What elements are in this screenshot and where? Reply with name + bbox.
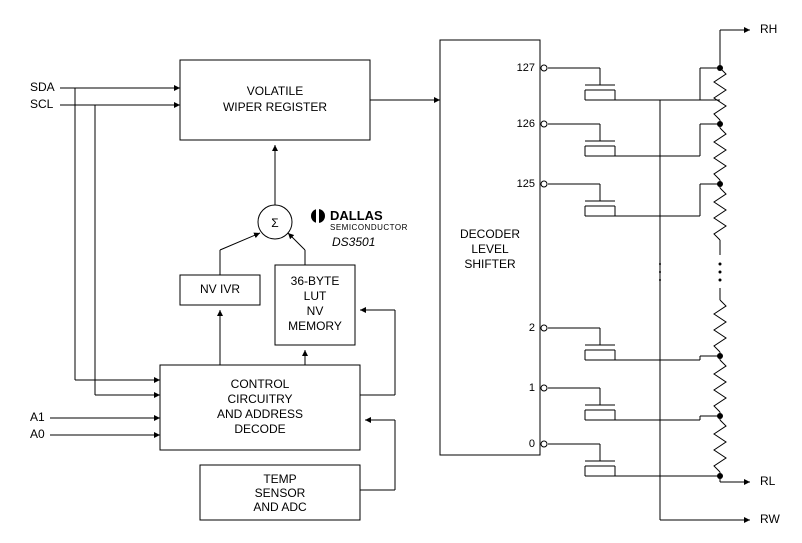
pin-a0: A0: [30, 427, 160, 441]
nv-ivr-block: NV IVR: [180, 275, 260, 305]
tap-switch-126: 126: [517, 118, 720, 156]
lut-nv-memory-block: 36-BYTE LUT NV MEMORY: [275, 265, 355, 345]
tap-switch-127: [585, 68, 720, 100]
svg-text:AND ADC: AND ADC: [253, 500, 307, 514]
svg-text:MEMORY: MEMORY: [288, 319, 342, 333]
svg-text:127: 127: [517, 62, 535, 74]
brand-logo: DALLAS SEMICONDUCTOR DS3501: [311, 208, 408, 249]
pin-a1-label: A1: [30, 410, 45, 424]
svg-text:125: 125: [517, 178, 535, 190]
svg-text:2: 2: [529, 322, 535, 334]
svg-text:SEMICONDUCTOR: SEMICONDUCTOR: [330, 223, 408, 232]
control-circuitry-block: CONTROL CIRCUITRY AND ADDRESS DECODE: [160, 365, 360, 450]
svg-text:36-BYTE: 36-BYTE: [291, 274, 340, 288]
decoder-level-shifter-block: DECODER LEVEL SHIFTER: [440, 40, 540, 455]
pin-sda-label: SDA: [30, 80, 55, 94]
svg-text:DALLAS: DALLAS: [330, 208, 383, 223]
svg-text:CIRCUITRY: CIRCUITRY: [227, 392, 292, 406]
svg-text:TEMP: TEMP: [263, 472, 296, 486]
pin-rh-label: RH: [760, 22, 777, 36]
sigma-adder: Σ: [258, 205, 292, 239]
svg-text:126: 126: [517, 118, 535, 130]
pin-a1: A1: [30, 410, 160, 424]
tap-switch-0: 0: [529, 438, 720, 476]
resistor-ladder: [714, 68, 726, 482]
tap-127: 127: [517, 62, 720, 100]
svg-text:1: 1: [529, 382, 535, 394]
svg-text:NV IVR: NV IVR: [200, 282, 240, 296]
svg-text:DECODE: DECODE: [234, 422, 285, 436]
svg-text:Σ: Σ: [271, 216, 278, 230]
pin-rl-label: RL: [760, 474, 776, 488]
tap-switch-125: 125: [517, 178, 720, 216]
pin-a0-label: A0: [30, 427, 45, 441]
svg-text:CONTROL: CONTROL: [231, 377, 290, 391]
svg-text:VOLATILE: VOLATILE: [247, 84, 303, 98]
pin-sda: SDA: [30, 80, 180, 94]
svg-text:LUT: LUT: [304, 289, 327, 303]
svg-text:DECODER: DECODER: [460, 227, 520, 241]
volatile-wiper-register-block: VOLATILE WIPER REGISTER: [180, 60, 370, 140]
svg-text:AND ADDRESS: AND ADDRESS: [217, 407, 303, 421]
tap-switch-2: 2: [529, 322, 720, 360]
pin-scl: SCL: [30, 97, 180, 111]
svg-text:LEVEL: LEVEL: [471, 242, 509, 256]
pin-rw-label: RW: [760, 512, 780, 526]
pin-scl-label: SCL: [30, 97, 54, 111]
svg-text:SENSOR: SENSOR: [255, 486, 306, 500]
tap-switch-1: 1: [529, 382, 720, 420]
svg-text:SHIFTER: SHIFTER: [464, 257, 516, 271]
svg-text:0: 0: [529, 438, 535, 450]
temp-sensor-adc-block: TEMP SENSOR AND ADC: [200, 465, 360, 520]
svg-text:NV: NV: [307, 304, 324, 318]
svg-text:DS3501: DS3501: [332, 235, 375, 249]
svg-text:WIPER REGISTER: WIPER REGISTER: [223, 100, 327, 114]
